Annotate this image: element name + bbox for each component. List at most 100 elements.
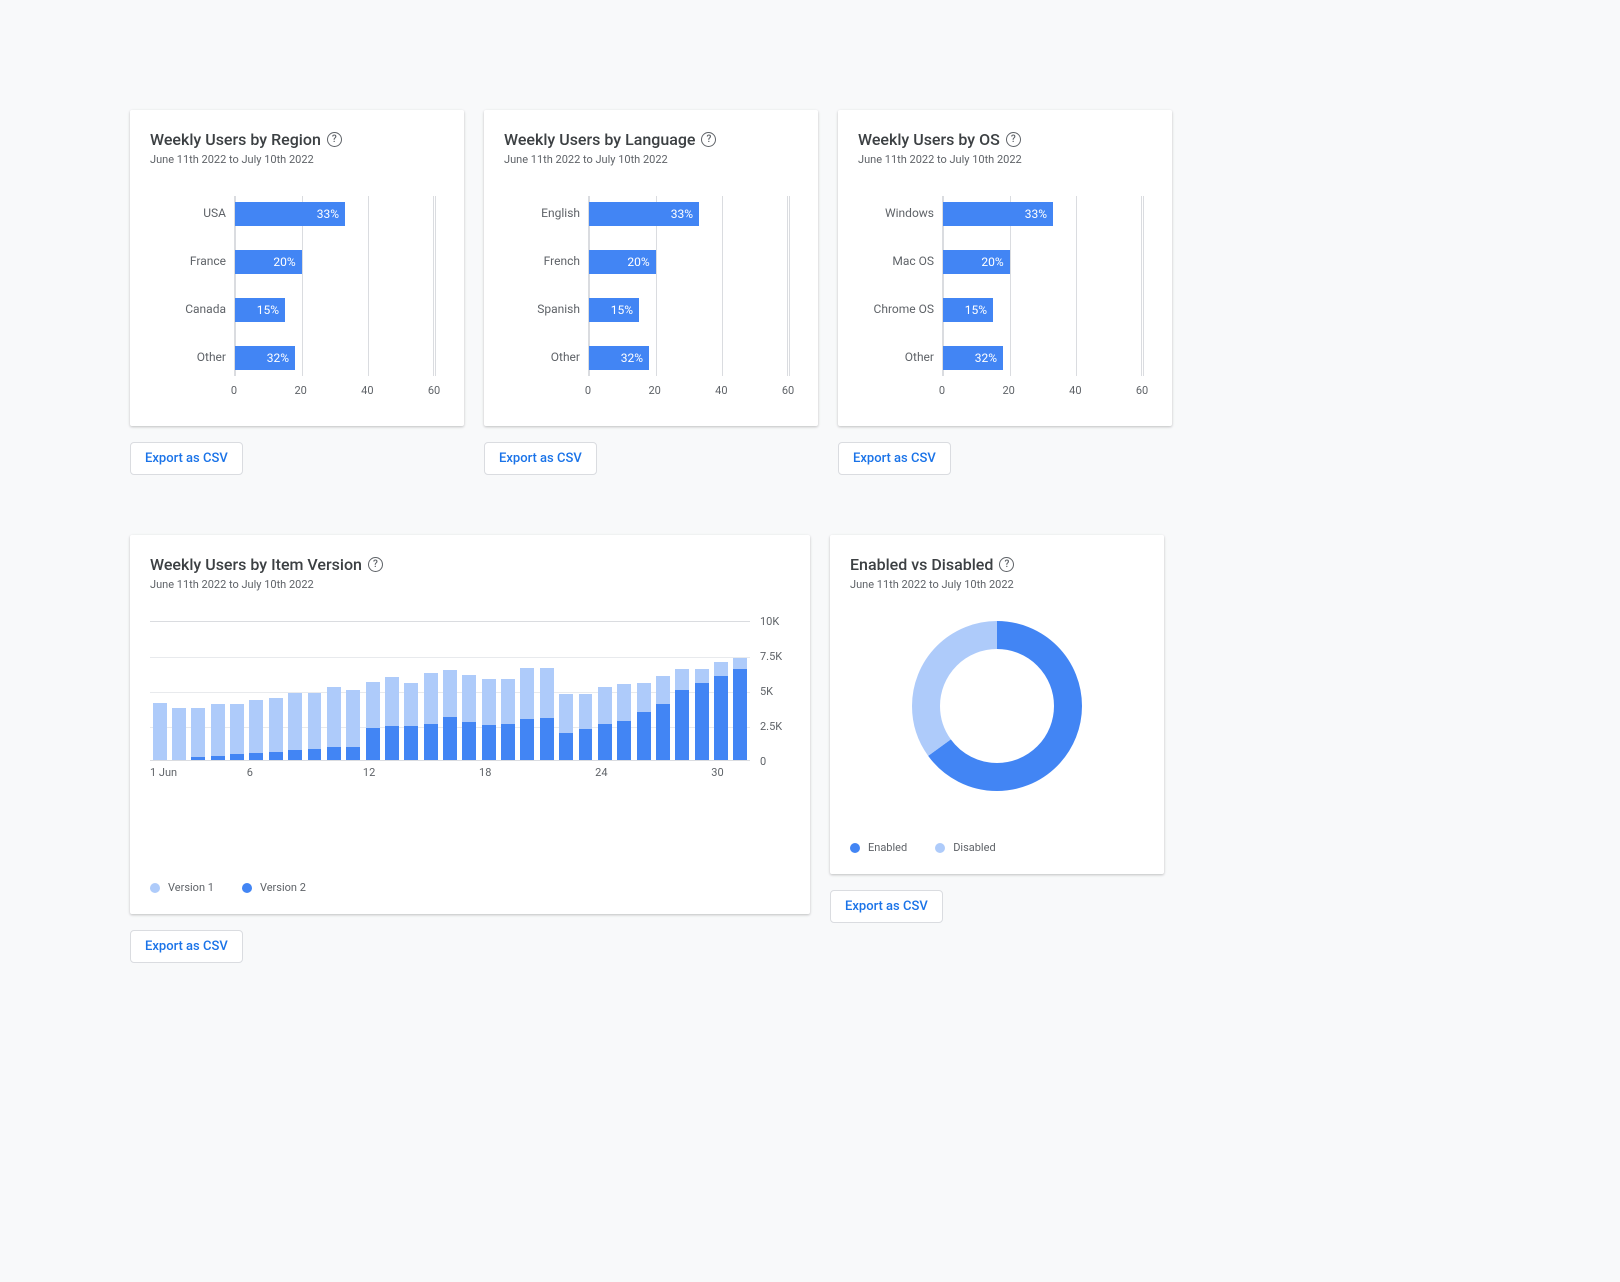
enabled-title: Enabled vs Disabled ? <box>850 555 1144 574</box>
x-tick-label: 40 <box>715 384 727 397</box>
bar: 32% <box>235 346 295 370</box>
bar: 20% <box>589 250 656 274</box>
x-tick-label: 12 <box>363 766 375 779</box>
category-label: English <box>504 206 580 220</box>
legend-dot-icon <box>242 883 252 893</box>
enabled-legend: Enabled Disabled <box>850 841 1144 854</box>
language-chart: 33% 20% 15% 32% 0 20 40 60 English French Spanish O… <box>504 196 798 406</box>
x-tick-label: 0 <box>585 384 591 397</box>
enabled-subtitle: June 11th 2022 to July 10th 2022 <box>850 578 1144 591</box>
category-label: Windows <box>858 206 934 220</box>
category-label: French <box>504 254 580 268</box>
help-icon[interactable]: ? <box>1006 132 1021 147</box>
x-tick-label: 60 <box>782 384 794 397</box>
legend-label: Enabled <box>868 841 907 854</box>
help-icon[interactable]: ? <box>999 557 1014 572</box>
x-tick-label: 24 <box>595 766 607 779</box>
x-tick-label: 1 Jun <box>150 766 177 779</box>
export-csv-button[interactable]: Export as CSV <box>130 442 243 475</box>
enabled-container: Enabled vs Disabled ? June 11th 2022 to … <box>830 535 1164 963</box>
bar: 20% <box>943 250 1010 274</box>
category-label: USA <box>150 206 226 220</box>
x-tick-label: 18 <box>479 766 491 779</box>
category-label: Spanish <box>504 302 580 316</box>
row-bottom: Weekly Users by Item Version ? June 11th… <box>130 535 1490 963</box>
region-card: Weekly Users by Region ? June 11th 2022 … <box>130 110 464 426</box>
legend-version1: Version 1 <box>150 881 214 894</box>
help-icon[interactable]: ? <box>327 132 342 147</box>
category-label: Other <box>150 350 226 364</box>
x-tick-label: 60 <box>1136 384 1148 397</box>
language-title: Weekly Users by Language ? <box>504 130 798 149</box>
version-title: Weekly Users by Item Version ? <box>150 555 790 574</box>
language-subtitle: June 11th 2022 to July 10th 2022 <box>504 153 798 166</box>
y-tick-label: 2.5K <box>760 720 782 733</box>
bar: 32% <box>589 346 649 370</box>
version-title-text: Weekly Users by Item Version <box>150 555 362 574</box>
region-subtitle: June 11th 2022 to July 10th 2022 <box>150 153 444 166</box>
row-top: Weekly Users by Region ? June 11th 2022 … <box>130 110 1490 475</box>
bar: 33% <box>589 202 699 226</box>
version-container: Weekly Users by Item Version ? June 11th… <box>130 535 810 963</box>
region-title-text: Weekly Users by Region <box>150 130 321 149</box>
enabled-card: Enabled vs Disabled ? June 11th 2022 to … <box>830 535 1164 874</box>
legend-dot-icon <box>850 843 860 853</box>
donut-chart <box>850 621 1144 791</box>
language-card: Weekly Users by Language ? June 11th 202… <box>484 110 818 426</box>
legend-dot-icon <box>150 883 160 893</box>
category-label: France <box>150 254 226 268</box>
bar: 20% <box>235 250 302 274</box>
version-chart: 02.5K5K7.5K10K1 Jun612182430 <box>150 621 790 831</box>
help-icon[interactable]: ? <box>701 132 716 147</box>
os-title-text: Weekly Users by OS <box>858 130 1000 149</box>
category-label: Chrome OS <box>858 302 934 316</box>
category-label: Other <box>858 350 934 364</box>
export-csv-button[interactable]: Export as CSV <box>484 442 597 475</box>
category-label: Other <box>504 350 580 364</box>
region-container: Weekly Users by Region ? June 11th 2022 … <box>130 110 464 475</box>
export-csv-button[interactable]: Export as CSV <box>130 930 243 963</box>
x-tick-label: 20 <box>1002 384 1014 397</box>
legend-disabled: Disabled <box>935 841 995 854</box>
os-title: Weekly Users by OS ? <box>858 130 1152 149</box>
x-tick-label: 60 <box>428 384 440 397</box>
legend-version2: Version 2 <box>242 881 306 894</box>
x-tick-label: 40 <box>1069 384 1081 397</box>
x-tick-label: 0 <box>231 384 237 397</box>
category-label: Mac OS <box>858 254 934 268</box>
os-subtitle: June 11th 2022 to July 10th 2022 <box>858 153 1152 166</box>
legend-label: Version 2 <box>260 881 306 894</box>
y-tick-label: 5K <box>760 685 773 698</box>
os-card: Weekly Users by OS ? June 11th 2022 to J… <box>838 110 1172 426</box>
language-container: Weekly Users by Language ? June 11th 202… <box>484 110 818 475</box>
legend-label: Version 1 <box>168 881 214 894</box>
x-tick-label: 0 <box>939 384 945 397</box>
category-label: Canada <box>150 302 226 316</box>
analytics-dashboard: Weekly Users by Region ? June 11th 2022 … <box>130 110 1490 963</box>
export-csv-button[interactable]: Export as CSV <box>830 890 943 923</box>
bar: 32% <box>943 346 1003 370</box>
x-tick-label: 30 <box>711 766 723 779</box>
region-title: Weekly Users by Region ? <box>150 130 444 149</box>
legend-enabled: Enabled <box>850 841 907 854</box>
enabled-title-text: Enabled vs Disabled <box>850 555 993 574</box>
x-tick-label: 20 <box>294 384 306 397</box>
version-subtitle: June 11th 2022 to July 10th 2022 <box>150 578 790 591</box>
x-tick-label: 20 <box>648 384 660 397</box>
bar: 15% <box>235 298 285 322</box>
region-chart: 33% 20% 15% 32% 0 20 40 60 USA France Canada Other <box>150 196 444 406</box>
x-tick-label: 40 <box>361 384 373 397</box>
donut-svg <box>912 621 1082 791</box>
version-legend: Version 1 Version 2 <box>150 881 790 894</box>
legend-dot-icon <box>935 843 945 853</box>
y-tick-label: 0 <box>760 755 766 768</box>
version-card: Weekly Users by Item Version ? June 11th… <box>130 535 810 914</box>
bar: 15% <box>589 298 639 322</box>
legend-label: Disabled <box>953 841 995 854</box>
bar: 33% <box>235 202 345 226</box>
help-icon[interactable]: ? <box>368 557 383 572</box>
y-tick-label: 10K <box>760 615 779 628</box>
bar: 33% <box>943 202 1053 226</box>
os-chart: 33%20%15%32%0204060WindowsMac OSChrome O… <box>858 196 1152 406</box>
export-csv-button[interactable]: Export as CSV <box>838 442 951 475</box>
